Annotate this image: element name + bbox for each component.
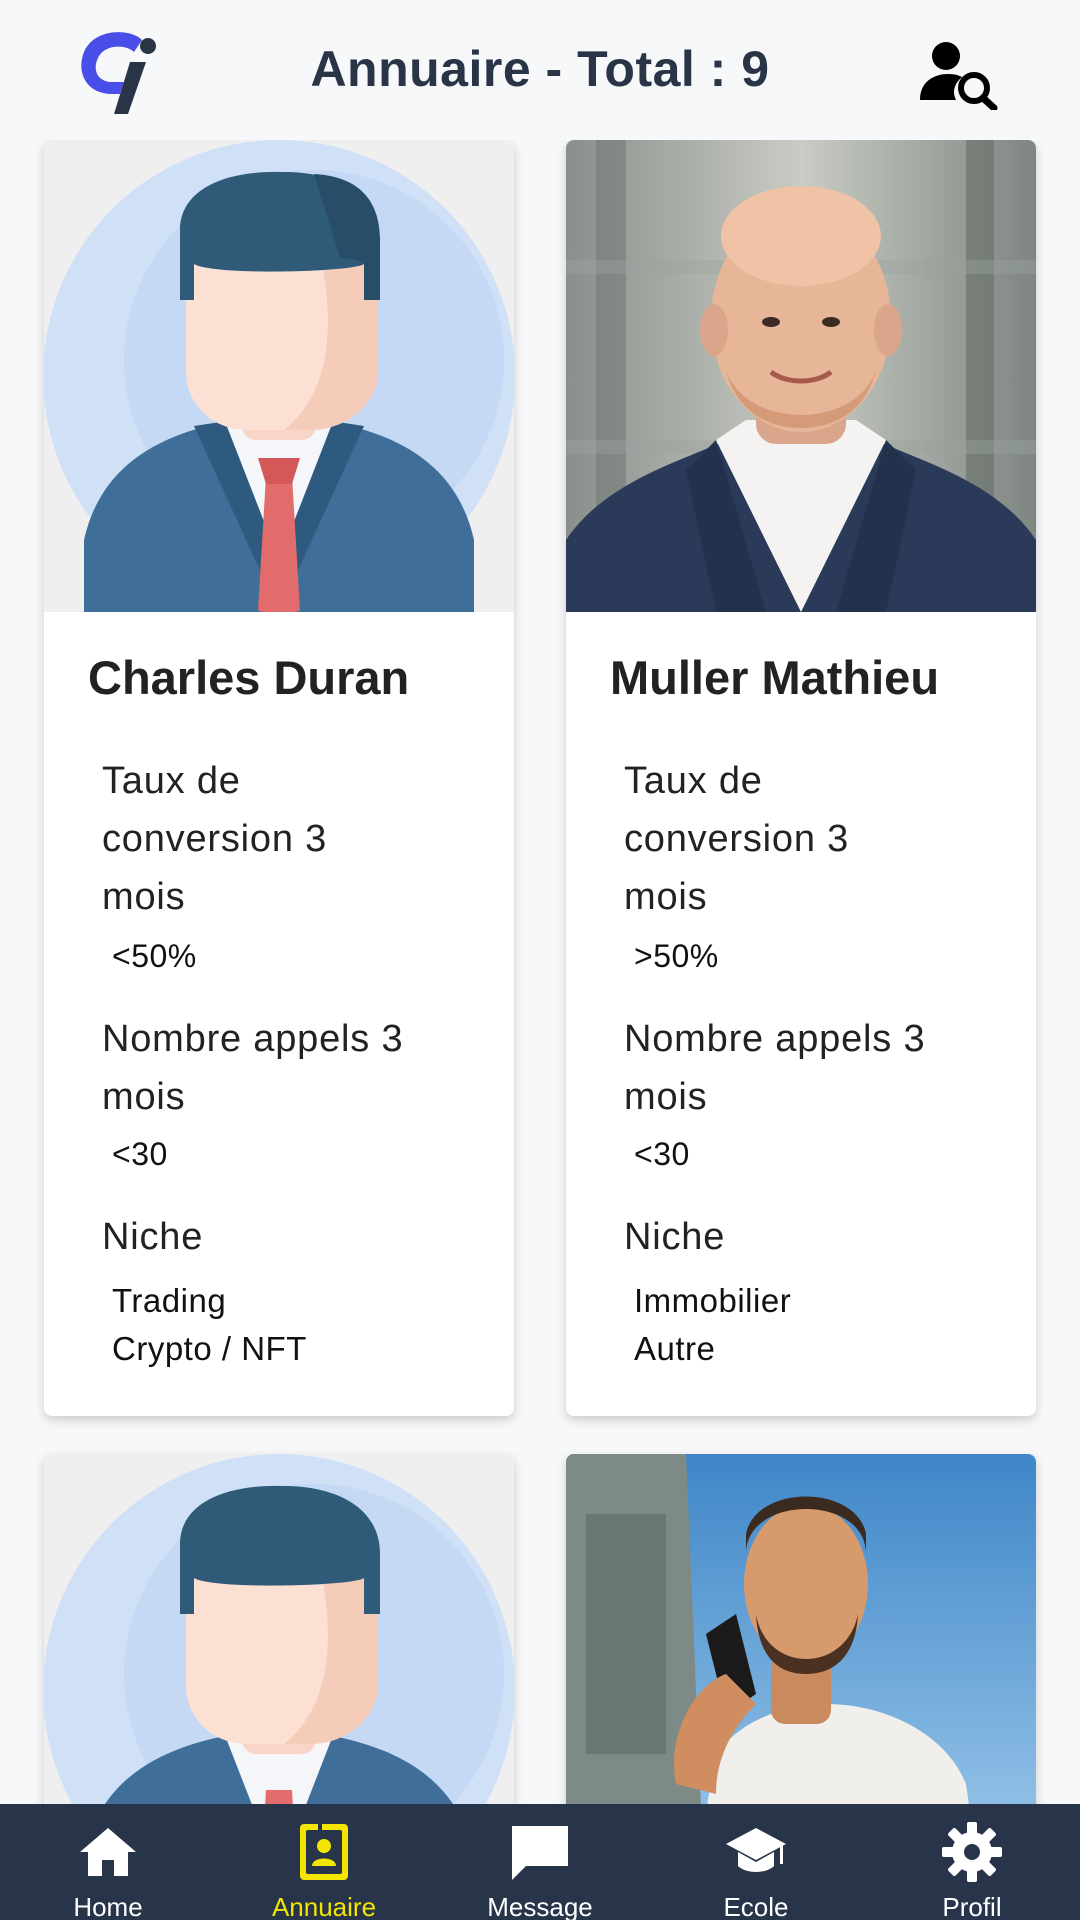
- nav-profil[interactable]: Profil: [864, 1804, 1080, 1920]
- app-header: Annuaire - Total : 9: [0, 0, 1080, 140]
- member-grid: Charles Duran Taux de conversion 3 mois …: [0, 140, 1080, 1804]
- user-search-icon[interactable]: [918, 40, 998, 110]
- niche-label: Niche: [624, 1216, 726, 1258]
- home-icon: [80, 1828, 136, 1876]
- niche-item: Crypto / NFT: [112, 1330, 307, 1367]
- member-photo: [566, 1454, 1036, 1804]
- niche-item: Autre: [634, 1330, 716, 1367]
- calls-label-line: Nombre appels 3: [102, 1018, 404, 1060]
- member-card[interactable]: [44, 1454, 514, 1804]
- calls-value: <30: [634, 1136, 690, 1172]
- member-card[interactable]: Charles Duran Taux de conversion 3 mois …: [44, 140, 514, 1416]
- directory-icon: [300, 1824, 348, 1880]
- calls-label-line: Nombre appels 3: [624, 1018, 926, 1060]
- nav-label: Profil: [942, 1892, 1002, 1920]
- nav-ecole[interactable]: Ecole: [648, 1804, 864, 1920]
- conversion-value: >50%: [634, 938, 719, 974]
- portrait-photo-icon: [566, 140, 1036, 612]
- member-photo: [566, 140, 1036, 612]
- settings-icon: [942, 1822, 1002, 1882]
- conversion-label-line: Taux de: [102, 760, 241, 802]
- conversion-label-line: conversion 3: [102, 818, 328, 860]
- conversion-value: <50%: [112, 938, 197, 974]
- conversion-label-line: conversion 3: [624, 818, 850, 860]
- conversion-label: Taux de conversion 3 mois: [102, 752, 327, 926]
- message-icon: [512, 1826, 568, 1880]
- conversion-label: Taux de conversion 3 mois: [624, 752, 849, 926]
- school-icon: [726, 1828, 786, 1872]
- member-name: Muller Mathieu: [610, 651, 940, 704]
- calls-value: <30: [112, 1136, 168, 1172]
- niche-item: Trading: [112, 1282, 227, 1319]
- calls-label: Nombre appels 3 mois: [102, 1010, 403, 1126]
- nav-label: Home: [73, 1892, 143, 1920]
- nav-annuaire[interactable]: Annuaire: [216, 1804, 432, 1920]
- calls-label: Nombre appels 3 mois: [624, 1010, 925, 1126]
- nav-home[interactable]: Home: [0, 1804, 216, 1920]
- calls-label-line: mois: [102, 1076, 186, 1118]
- member-card[interactable]: [566, 1454, 1036, 1804]
- nav-message[interactable]: Message: [432, 1804, 648, 1920]
- conversion-label-line: mois: [102, 876, 186, 918]
- nav-label: Annuaire: [271, 1892, 377, 1920]
- member-name: Charles Duran: [88, 651, 410, 704]
- default-avatar-icon: [44, 140, 514, 612]
- conversion-label-line: Taux de: [624, 760, 763, 802]
- nav-label: Ecole: [723, 1892, 789, 1920]
- niche-item: Immobilier: [634, 1282, 792, 1319]
- portrait-photo-icon: [566, 1454, 1036, 1804]
- default-avatar-icon: [44, 1454, 514, 1804]
- member-photo: [44, 140, 514, 612]
- bottom-navigation: Home Annuaire Message Ecole Profil: [0, 1804, 1080, 1920]
- calls-label-line: mois: [624, 1076, 708, 1118]
- member-photo: [44, 1454, 514, 1804]
- member-card[interactable]: Muller Mathieu Taux de conversion 3 mois…: [566, 140, 1036, 1416]
- niche-label: Niche: [102, 1216, 204, 1258]
- nav-label: Message: [487, 1892, 593, 1920]
- conversion-label-line: mois: [624, 876, 708, 918]
